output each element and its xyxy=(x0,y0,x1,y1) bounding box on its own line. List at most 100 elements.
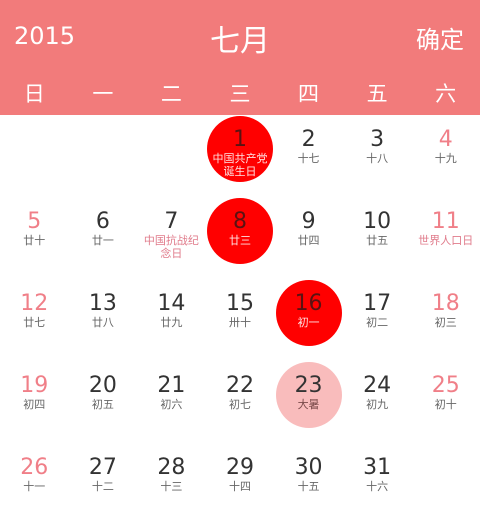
weekday-fri: 五 xyxy=(366,82,388,106)
day-number: 12 xyxy=(20,291,49,316)
lunar-label: 廿十 xyxy=(23,234,46,247)
day-cell[interactable]: 30 十五 xyxy=(274,443,343,523)
day-number: 28 xyxy=(157,455,186,480)
weekday-tue: 二 xyxy=(160,82,182,106)
day-number: 6 xyxy=(95,209,110,234)
day-number: 3 xyxy=(370,127,385,152)
day-number: 30 xyxy=(294,455,323,480)
lunar-label: 十二 xyxy=(91,480,114,493)
lunar-label: 廿九 xyxy=(160,316,183,329)
lunar-label: 世界人口日 xyxy=(418,234,474,247)
day-cell[interactable]: 22 初七 xyxy=(206,361,275,441)
day-number: 9 xyxy=(301,209,316,234)
year-label[interactable]: 2015 xyxy=(14,22,75,50)
day-cell[interactable]: 21 初六 xyxy=(137,361,206,441)
day-number: 21 xyxy=(157,373,186,398)
day-number: 26 xyxy=(20,455,49,480)
day-cell[interactable]: 24 初九 xyxy=(343,361,412,441)
day-cell[interactable]: 18 初三 xyxy=(411,279,480,359)
day-cell[interactable]: 25 初十 xyxy=(411,361,480,441)
lunar-label: 初三 xyxy=(434,316,457,329)
day-cell[interactable]: 28 十三 xyxy=(137,443,206,523)
lunar-label: 廿三 xyxy=(228,234,251,247)
day-number: 16 xyxy=(294,291,323,316)
day-number: 22 xyxy=(225,373,254,398)
day-number: 7 xyxy=(164,209,179,234)
day-number: 17 xyxy=(363,291,392,316)
day-cell[interactable]: 31 十六 xyxy=(343,443,412,523)
day-cell[interactable]: 14 廿九 xyxy=(137,279,206,359)
lunar-label: 廿一 xyxy=(91,234,114,247)
day-cell[interactable]: 27 十二 xyxy=(69,443,138,523)
day-number: 27 xyxy=(88,455,117,480)
day-number: 13 xyxy=(88,291,117,316)
day-cell[interactable]: 11 世界人口日 xyxy=(411,197,480,277)
lunar-label: 初十 xyxy=(434,398,457,411)
day-cell[interactable]: 16 初一 xyxy=(274,279,343,359)
lunar-label: 廿五 xyxy=(366,234,389,247)
day-number: 10 xyxy=(363,209,392,234)
day-number: 11 xyxy=(431,209,460,234)
day-number: 4 xyxy=(438,127,453,152)
lunar-label: 初五 xyxy=(91,398,114,411)
day-number: 15 xyxy=(225,291,254,316)
day-cell[interactable]: 8 廿三 xyxy=(206,197,275,277)
day-cell[interactable]: 17 初二 xyxy=(343,279,412,359)
day-cell[interactable]: 6 廿一 xyxy=(69,197,138,277)
weekday-sat: 六 xyxy=(435,82,457,106)
lunar-label: 初六 xyxy=(160,398,183,411)
day-number: 18 xyxy=(431,291,460,316)
lunar-label: 中国共产党诞生日 xyxy=(212,152,268,178)
lunar-label: 十一 xyxy=(23,480,46,493)
lunar-label: 廿八 xyxy=(91,316,114,329)
day-cell[interactable]: 9 廿四 xyxy=(274,197,343,277)
lunar-label: 初九 xyxy=(366,398,389,411)
lunar-label: 大暑 xyxy=(297,398,320,411)
day-number: 20 xyxy=(88,373,117,398)
day-number: 31 xyxy=(363,455,392,480)
day-cell[interactable]: 20 初五 xyxy=(69,361,138,441)
lunar-label: 初四 xyxy=(23,398,46,411)
weekday-header-row: 日 一 二 三 四 五 六 xyxy=(0,74,480,114)
day-cell[interactable]: 4 十九 xyxy=(411,115,480,195)
day-number: 23 xyxy=(294,373,323,398)
day-cell[interactable]: 2 十七 xyxy=(274,115,343,195)
weekday-wed: 三 xyxy=(229,82,251,106)
day-number: 19 xyxy=(20,373,49,398)
day-number: 24 xyxy=(363,373,392,398)
day-number: 14 xyxy=(157,291,186,316)
calendar-picker: 2015 七月 确定 日 一 二 三 四 五 六 1 中国共产党诞生日 2 十七 3 十八… xyxy=(0,0,480,527)
day-cell[interactable]: 23 大暑 xyxy=(274,361,343,441)
day-number: 1 xyxy=(232,127,247,152)
day-number: 25 xyxy=(431,373,460,398)
day-cell[interactable]: 3 十八 xyxy=(343,115,412,195)
lunar-label: 卅十 xyxy=(228,316,251,329)
lunar-label: 初二 xyxy=(366,316,389,329)
lunar-label: 十八 xyxy=(366,152,389,165)
lunar-label: 中国抗战纪念日 xyxy=(143,234,199,260)
day-cell[interactable]: 7 中国抗战纪念日 xyxy=(137,197,206,277)
lunar-label: 十九 xyxy=(434,152,457,165)
confirm-button[interactable]: 确定 xyxy=(416,20,464,55)
lunar-label: 初七 xyxy=(228,398,251,411)
lunar-label: 十四 xyxy=(228,480,251,493)
title-bar: 2015 七月 确定 xyxy=(0,0,480,72)
day-number: 8 xyxy=(232,209,247,234)
lunar-label: 初一 xyxy=(297,316,320,329)
lunar-label: 十三 xyxy=(160,480,183,493)
day-cell[interactable]: 13 廿八 xyxy=(69,279,138,359)
day-cell[interactable]: 12 廿七 xyxy=(0,279,69,359)
day-number: 2 xyxy=(301,127,316,152)
lunar-label: 廿四 xyxy=(297,234,320,247)
lunar-label: 廿七 xyxy=(23,316,46,329)
day-cell[interactable]: 29 十四 xyxy=(206,443,275,523)
calendar-header: 2015 七月 确定 日 一 二 三 四 五 六 xyxy=(0,0,480,115)
day-cell[interactable]: 1 中国共产党诞生日 xyxy=(206,115,275,195)
weekday-thu: 四 xyxy=(298,82,320,106)
day-cell[interactable]: 26 十一 xyxy=(0,443,69,523)
day-cell[interactable]: 10 廿五 xyxy=(343,197,412,277)
day-number: 5 xyxy=(27,209,42,234)
day-cell[interactable]: 15 卅十 xyxy=(206,279,275,359)
day-cell[interactable]: 19 初四 xyxy=(0,361,69,441)
day-cell[interactable]: 5 廿十 xyxy=(0,197,69,277)
